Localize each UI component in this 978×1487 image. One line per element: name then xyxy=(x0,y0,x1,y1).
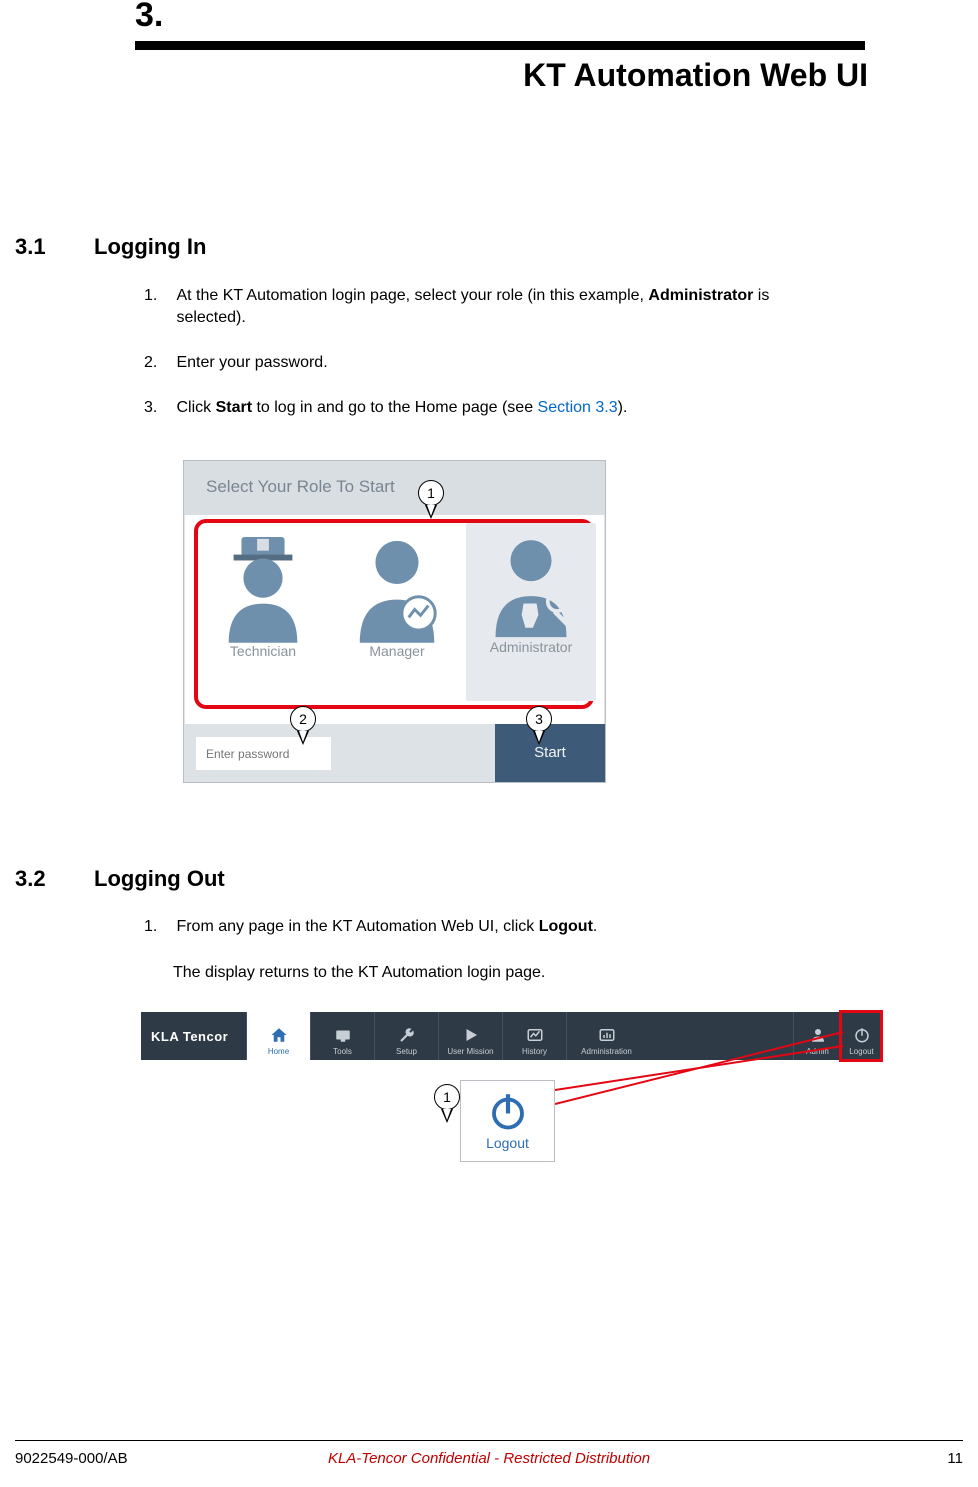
callout-logout-1: 1 xyxy=(434,1084,460,1110)
step-3-2-1: 1. From any page in the KT Automation We… xyxy=(144,916,836,938)
role-administrator[interactable]: Administrator xyxy=(466,523,596,701)
step-3-1-1: 1. At the KT Automation login page, sele… xyxy=(144,285,836,328)
admin-icon xyxy=(598,1026,616,1044)
step-text: The display returns to the KT Automation… xyxy=(173,962,833,984)
nav-label: Logout xyxy=(849,1047,873,1056)
bold-administrator: Administrator xyxy=(648,287,753,304)
nav-label: Setup xyxy=(396,1047,417,1056)
nav-label: User Mission xyxy=(447,1047,493,1056)
section-3-1-title: Logging In xyxy=(94,234,206,260)
step-number: 1. xyxy=(144,916,172,938)
step-text: . xyxy=(593,918,597,935)
start-button[interactable]: Start xyxy=(495,724,605,782)
login-header: Select Your Role To Start xyxy=(184,461,605,515)
nav-label: History xyxy=(522,1047,547,1056)
navbar-screenshot: KLA Tencor Home Tools Setup User Mission… xyxy=(141,1012,881,1060)
wrench-icon xyxy=(398,1026,416,1044)
step-text: At the KT Automation login page, select … xyxy=(176,287,648,304)
step-3-1-2: 2. Enter your password. xyxy=(144,352,836,374)
step-number: 3. xyxy=(144,397,172,419)
nav-admin-user[interactable]: Admin xyxy=(793,1012,841,1060)
section-3-2-title: Logging Out xyxy=(94,866,225,892)
manager-icon xyxy=(348,525,446,643)
callout-2: 2 xyxy=(290,706,316,732)
home-icon xyxy=(270,1026,288,1044)
nav-label: Home xyxy=(268,1047,289,1056)
role-manager[interactable]: Manager xyxy=(332,525,462,659)
chapter-number: 3. xyxy=(135,0,163,35)
role-label: Technician xyxy=(198,643,328,659)
nav-label: Tools xyxy=(333,1047,352,1056)
power-icon xyxy=(487,1089,529,1131)
section-3-2-number: 3.2 xyxy=(15,866,46,892)
nav-tools[interactable]: Tools xyxy=(310,1012,374,1060)
step-text: to log in and go to the Home page (see xyxy=(252,399,538,416)
footer-page-number: 11 xyxy=(947,1450,963,1467)
nav-label: Admin xyxy=(806,1047,829,1056)
administrator-icon xyxy=(482,527,580,639)
tools-icon xyxy=(334,1026,352,1044)
step-number: 1. xyxy=(144,285,172,307)
footer-rule xyxy=(15,1440,963,1441)
role-label: Manager xyxy=(332,643,462,659)
nav-setup[interactable]: Setup xyxy=(374,1012,438,1060)
password-input[interactable] xyxy=(196,737,331,770)
step-text: From any page in the KT Automation Web U… xyxy=(176,918,538,935)
step-3-1-3: 3. Click Start to log in and go to the H… xyxy=(144,397,836,419)
logout-label: Logout xyxy=(486,1135,529,1151)
history-icon xyxy=(526,1026,544,1044)
chapter-rule xyxy=(135,41,865,50)
role-label: Administrator xyxy=(466,639,596,655)
bold-start: Start xyxy=(216,399,252,416)
step-number: 2. xyxy=(144,352,172,374)
power-icon xyxy=(853,1026,871,1044)
step-text: Enter your password. xyxy=(176,352,836,374)
technician-icon xyxy=(214,525,312,643)
callout-3: 3 xyxy=(526,706,552,732)
nav-label: Administration xyxy=(581,1047,632,1056)
nav-home[interactable]: Home xyxy=(246,1012,310,1060)
section-3-1-number: 3.1 xyxy=(15,234,46,260)
logout-enlarged: Logout xyxy=(460,1080,555,1162)
play-icon xyxy=(462,1026,480,1044)
chapter-title: KT Automation Web UI xyxy=(523,57,868,94)
nav-user-mission[interactable]: User Mission xyxy=(438,1012,502,1060)
step-text: Click xyxy=(176,399,215,416)
role-technician[interactable]: Technician xyxy=(198,525,328,659)
footer-confidential: KLA-Tencor Confidential - Restricted Dis… xyxy=(0,1450,978,1467)
link-section-3-3[interactable]: Section 3.3 xyxy=(538,399,618,416)
nav-administration[interactable]: Administration xyxy=(566,1012,646,1060)
step-3-2-after: The display returns to the KT Automation… xyxy=(173,962,833,984)
nav-history[interactable]: History xyxy=(502,1012,566,1060)
nav-logout[interactable]: Logout xyxy=(841,1012,881,1060)
bold-logout: Logout xyxy=(539,918,593,935)
user-icon xyxy=(809,1026,827,1044)
nav-logo: KLA Tencor xyxy=(141,1012,246,1060)
step-text: ). xyxy=(618,399,628,416)
callout-1: 1 xyxy=(418,480,444,506)
